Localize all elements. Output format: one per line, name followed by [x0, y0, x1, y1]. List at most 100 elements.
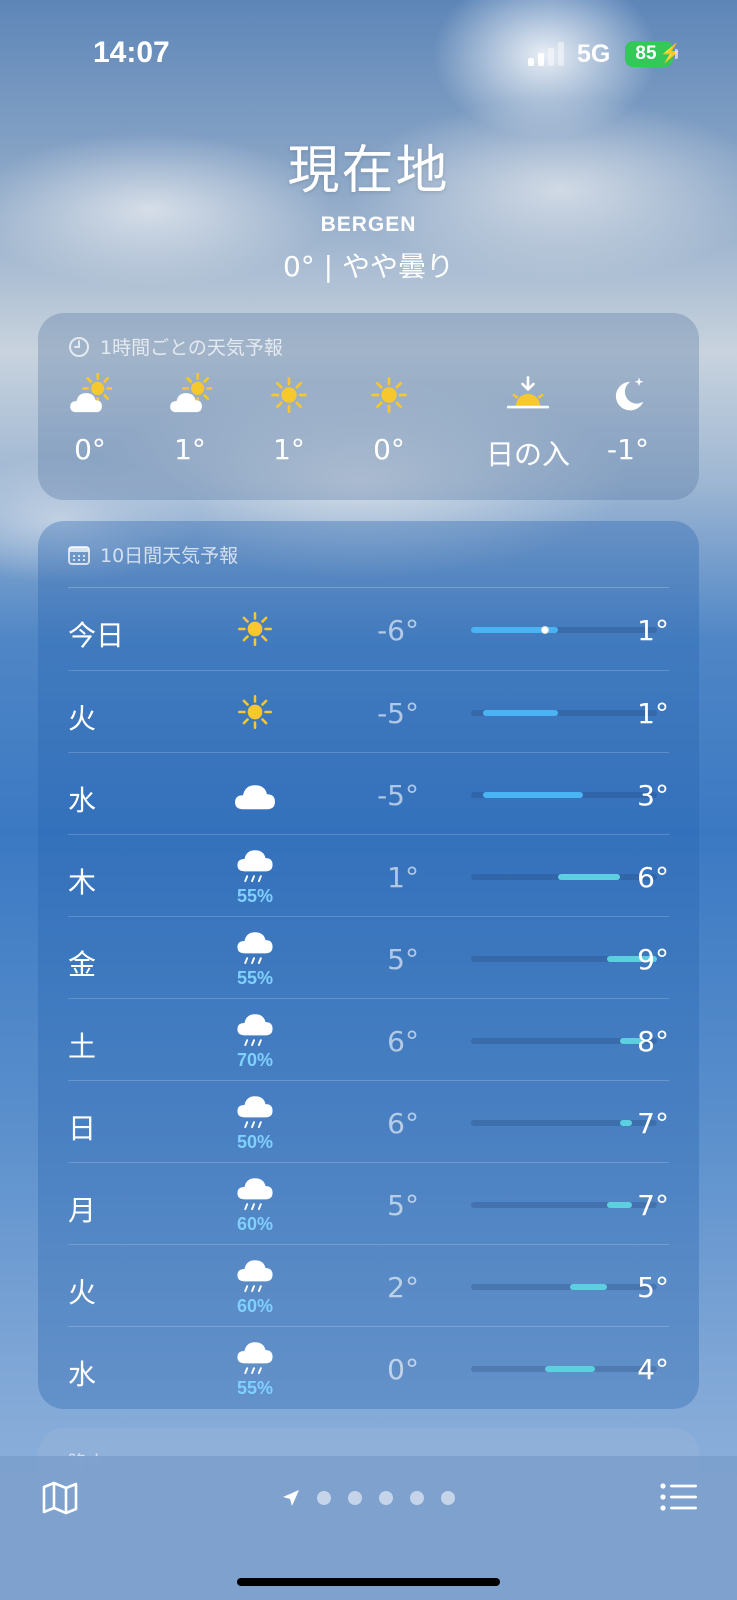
weather-icon-wrap: 70%: [228, 1009, 282, 1071]
temp-range-fill: [483, 792, 583, 798]
day-label: 水: [68, 1358, 97, 1391]
hourly-icon-wrap: [458, 375, 598, 415]
precip-chance: 55%: [236, 1378, 274, 1398]
hourly-icon-wrap: [239, 375, 339, 415]
daily-row[interactable]: 木 55% 1° 6°: [68, 834, 669, 916]
list-icon[interactable]: [660, 1482, 698, 1512]
ten-day-forecast-card[interactable]: 10日間天気予報 今日 -6° 1° 火 -5° 1° 水 -5° 3° 木 55% 1° 6° 金 5…: [38, 521, 699, 1409]
temp-range-fill: [545, 1366, 595, 1372]
high-temp: 7°: [637, 1189, 669, 1222]
daily-card-title: 10日間天気予報: [68, 541, 238, 568]
current-conditions: 0° | やや曇り: [282, 250, 455, 283]
cloud-icon: [235, 785, 275, 810]
daily-row[interactable]: 金 55% 5° 9°: [68, 916, 669, 998]
location-title: 現在地: [287, 141, 450, 201]
hourly-icon-wrap: [140, 373, 240, 415]
hourly-item: 1°: [239, 375, 339, 466]
low-temp: 0°: [387, 1353, 419, 1386]
page-dot[interactable]: [410, 1491, 424, 1505]
high-temp: 6°: [637, 861, 669, 894]
daily-row[interactable]: 日 50% 6° 7°: [68, 1080, 669, 1162]
high-temp: 9°: [637, 943, 669, 976]
location-arrow-icon[interactable]: [282, 1489, 300, 1507]
rain-icon: [237, 1096, 273, 1129]
partly-sunny-icon: [170, 373, 212, 413]
day-label: 土: [68, 1030, 97, 1063]
hourly-item: 日の入: [458, 375, 598, 473]
rain-icon: [237, 1342, 273, 1375]
bottom-toolbar: [0, 1456, 737, 1600]
weather-icon-wrap: 60%: [228, 1255, 282, 1317]
location-header: 現在地 BERGEN 0° | やや曇り: [0, 128, 737, 285]
page-dot[interactable]: [441, 1491, 455, 1505]
charging-bolt-icon: ⚡: [659, 43, 682, 63]
sun-icon: [237, 611, 273, 647]
high-temp: 4°: [637, 1353, 669, 1386]
weather-icon-wrap: 55%: [228, 845, 282, 907]
hourly-temp: 0°: [74, 433, 106, 466]
hourly-item: 0°: [40, 373, 140, 466]
page-dot[interactable]: [348, 1491, 362, 1505]
rain-icon: [237, 850, 273, 883]
weather-icon-wrap: 55%: [228, 1337, 282, 1399]
hourly-item: 1°: [140, 373, 240, 466]
precip-chance: 55%: [236, 968, 274, 988]
precip-chance: 55%: [236, 886, 274, 906]
daily-title-text: 10日間天気予報: [100, 545, 239, 567]
map-icon[interactable]: [40, 1478, 80, 1518]
temp-range-fill: [570, 1284, 608, 1290]
precip-chance: 50%: [236, 1132, 274, 1152]
low-temp: -5°: [377, 779, 419, 812]
weather-icon-wrap: [228, 763, 282, 825]
hourly-temp: 0°: [373, 433, 405, 466]
high-temp: 1°: [637, 614, 669, 647]
sunset-icon: [506, 376, 550, 409]
clock-icon: [69, 336, 89, 357]
hourly-title-text: 1時間ごとの天気予報: [100, 337, 283, 359]
status-bar: 14:07 5G 85 ⚡: [0, 0, 737, 110]
hourly-temp: 1°: [174, 433, 206, 466]
rain-icon: [237, 1178, 273, 1211]
weather-icon-wrap: 60%: [228, 1173, 282, 1235]
page-indicator[interactable]: [282, 1486, 455, 1510]
hourly-forecast-card[interactable]: 1時間ごとの天気予報 0° 1° 1° 0° 日の入 -1°: [38, 313, 699, 500]
hourly-card-title: 1時間ごとの天気予報: [68, 333, 283, 360]
hourly-item: 0°: [339, 375, 439, 466]
weather-icon-wrap: [228, 598, 282, 660]
hourly-icon-wrap: [339, 375, 439, 415]
daily-row[interactable]: 土 70% 6° 8°: [68, 998, 669, 1080]
home-indicator: [237, 1578, 500, 1586]
daily-row[interactable]: 今日 -6° 1°: [68, 588, 669, 670]
high-temp: 3°: [637, 779, 669, 812]
daily-row[interactable]: 水 55% 0° 4°: [68, 1326, 669, 1408]
day-label: 火: [68, 702, 97, 735]
hourly-icon-wrap: [40, 373, 140, 415]
low-temp: 6°: [387, 1025, 419, 1058]
hourly-item: -1°: [578, 375, 678, 466]
day-label: 金: [68, 948, 97, 981]
daily-row[interactable]: 火 -5° 1°: [68, 670, 669, 752]
low-temp: -5°: [377, 697, 419, 730]
low-temp: -6°: [377, 614, 419, 647]
day-label: 今日: [68, 619, 125, 652]
daily-row[interactable]: 水 -5° 3°: [68, 752, 669, 834]
rain-icon: [237, 1260, 273, 1293]
hourly-icon-wrap: [578, 375, 678, 415]
high-temp: 8°: [637, 1025, 669, 1058]
low-temp: 5°: [387, 1189, 419, 1222]
battery-level: 85: [635, 43, 657, 64]
day-label: 水: [68, 784, 97, 817]
page-dot[interactable]: [379, 1491, 393, 1505]
cellular-signal-icon: [528, 42, 566, 66]
page-dot[interactable]: [317, 1491, 331, 1505]
status-time: 14:07: [93, 36, 170, 69]
high-temp: 7°: [637, 1107, 669, 1140]
hourly-items[interactable]: 0° 1° 1° 0° 日の入 -1°: [38, 373, 699, 485]
precip-chance: 70%: [236, 1050, 274, 1070]
battery-indicator: 85 ⚡: [625, 41, 682, 67]
daily-row[interactable]: 月 60% 5° 7°: [68, 1162, 669, 1244]
low-temp: 2°: [387, 1271, 419, 1304]
hourly-temp: -1°: [607, 433, 649, 466]
daily-row[interactable]: 火 60% 2° 5°: [68, 1244, 669, 1326]
city-name: BERGEN: [320, 213, 417, 236]
